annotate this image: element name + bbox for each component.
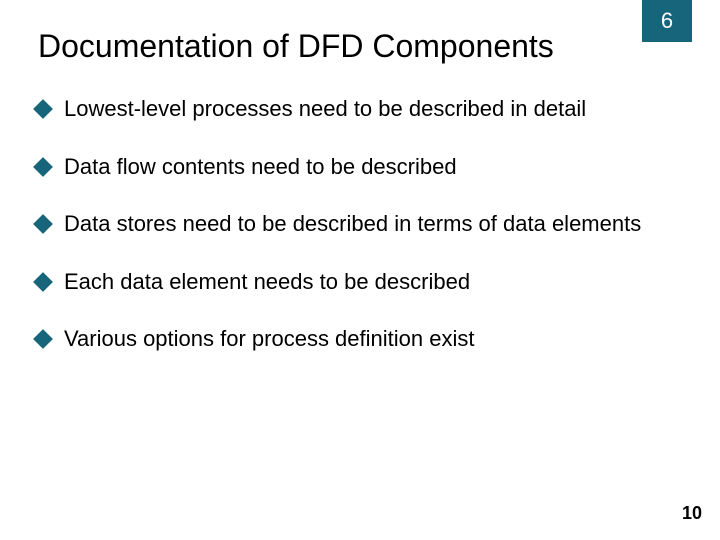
list-item-text: Various options for process definition e… (64, 325, 660, 353)
chapter-number-box: 6 (642, 0, 692, 42)
list-item-text: Data flow contents need to be described (64, 153, 660, 181)
page-number: 10 (682, 503, 702, 524)
slide-title: Documentation of DFD Components (38, 28, 630, 65)
list-item-text: Lowest-level processes need to be descri… (64, 95, 660, 123)
list-item: Data flow contents need to be described (36, 153, 660, 181)
list-item: Data stores need to be described in term… (36, 210, 660, 238)
diamond-bullet-icon (33, 329, 53, 349)
diamond-bullet-icon (33, 214, 53, 234)
bullet-list: Lowest-level processes need to be descri… (36, 95, 660, 383)
diamond-bullet-icon (33, 99, 53, 119)
list-item: Various options for process definition e… (36, 325, 660, 353)
diamond-bullet-icon (33, 272, 53, 292)
diamond-bullet-icon (33, 157, 53, 177)
list-item: Each data element needs to be described (36, 268, 660, 296)
list-item: Lowest-level processes need to be descri… (36, 95, 660, 123)
list-item-text: Each data element needs to be described (64, 268, 660, 296)
chapter-number: 6 (661, 8, 673, 34)
slide: 6 Documentation of DFD Components Lowest… (0, 0, 720, 540)
list-item-text: Data stores need to be described in term… (64, 210, 660, 238)
